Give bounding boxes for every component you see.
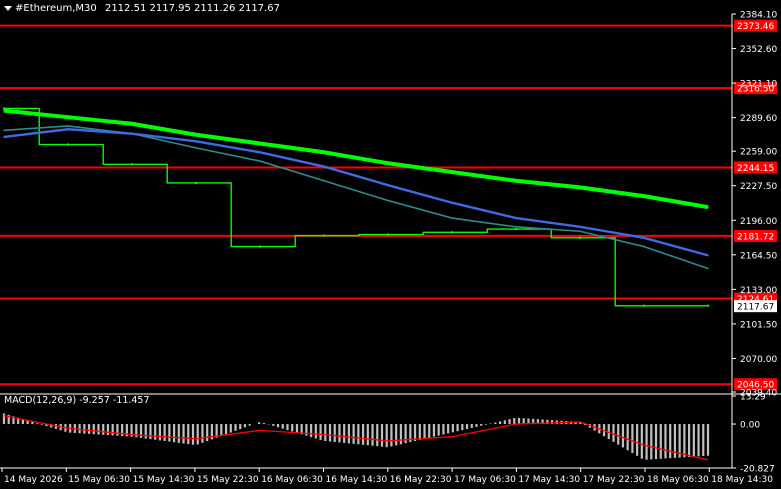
level-label: 2244.15: [737, 164, 774, 174]
time-tick-label: 17 May 14:30: [518, 475, 580, 485]
ma-fast-line-point: [579, 230, 581, 233]
time-tick-label: 16 May 22:30: [390, 475, 452, 485]
price-tick-label: 2259.00: [740, 148, 777, 158]
ma-slow-line-point: [387, 162, 389, 165]
ma-slow-line-point: [707, 206, 709, 208]
price-tick-label: 2070.00: [740, 355, 777, 365]
ma-slow-line-point: [195, 133, 197, 136]
ma-mid-line-point: [579, 226, 581, 228]
price-line-point: [386, 233, 390, 236]
ma-slow-line-point: [131, 122, 133, 125]
time-tick-label: 18 May 06:30: [647, 475, 709, 485]
time-tick-label: 15 May 14:30: [133, 475, 195, 485]
ma-slow-line-point: [3, 109, 5, 112]
ma-mid-line-point: [67, 128, 69, 131]
ma-mid-line-point: [643, 237, 645, 239]
time-tick-label: 17 May 06:30: [454, 475, 516, 485]
price-tick-label: 2101.50: [740, 320, 777, 330]
ma-slow-line-point: [515, 179, 517, 182]
level-label: 2181.72: [737, 232, 774, 242]
time-tick-label: 15 May 06:30: [68, 475, 130, 485]
ma-slow-line-point: [579, 186, 581, 189]
macd-label: MACD(12,26,9): [4, 395, 77, 406]
price-line-point: [578, 236, 582, 240]
price-line-point: [130, 163, 134, 166]
price-chart[interactable]: 2373.462316.502244.152181.722124.612046.…: [0, 0, 781, 489]
price-line-point: [642, 304, 646, 308]
ma-slow-line-point: [643, 195, 645, 197]
ma-mid-line-point: [515, 217, 517, 219]
ma-mid-line-point: [195, 140, 197, 143]
time-tick-label: 15 May 22:30: [197, 475, 259, 485]
ma-fast-line-point: [707, 267, 709, 270]
price-tick-label: 2321.10: [740, 80, 777, 90]
ma-slow-line-point: [451, 171, 453, 173]
price-tick-label: 2039.40: [740, 389, 777, 399]
ma-fast-line-point: [515, 226, 517, 228]
price-line-point: [322, 234, 326, 237]
ma-fast-line-point: [259, 160, 261, 162]
price-tick-label: 2164.50: [740, 251, 777, 261]
ma-slow-line-point: [259, 142, 261, 145]
chart-header: #Ethereum,M30 2112.51 2117.95 2111.26 21…: [4, 3, 280, 14]
time-tick-label: 14 May 2026: [4, 475, 63, 485]
ma-mid-line-point: [387, 184, 389, 186]
time-tick-label: 18 May 14:30: [711, 475, 773, 485]
price-line-point: [706, 304, 710, 308]
level-label: 2373.46: [737, 22, 774, 32]
ma-mid-line-point: [323, 165, 325, 168]
open-value: 2112.51: [104, 3, 147, 14]
time-tick-label: 16 May 14:30: [326, 475, 388, 485]
price-line-point: [66, 143, 70, 146]
ma-mid-line-point: [259, 151, 261, 154]
price-line-point: [450, 231, 454, 234]
symbol-label: #Ethereum,M30: [15, 3, 97, 14]
ma-fast-line-point: [67, 125, 69, 127]
macd-tick-label: -20.827: [740, 465, 775, 475]
ma-slow-line-point: [323, 151, 325, 154]
macd-signal-value: -11.457: [112, 395, 150, 406]
time-tick-label: 17 May 22:30: [583, 475, 645, 485]
macd-main-value: -9.257: [79, 395, 110, 406]
ma-mid-line-point: [707, 254, 709, 257]
ma-fast-line-point: [451, 217, 453, 219]
low-value: 2111.26: [194, 3, 236, 14]
ma-fast-line-point: [643, 245, 645, 248]
price-line-point: [194, 181, 198, 185]
ma-fast-line-point: [3, 129, 5, 132]
price-tick-label: 2196.00: [740, 217, 777, 227]
high-value: 2117.95: [149, 3, 191, 14]
price-tick-label: 2352.60: [740, 45, 777, 55]
price-line-point: [514, 227, 518, 231]
close-value: 2117.67: [238, 3, 280, 14]
price-tick-label: 2289.60: [740, 114, 777, 124]
ma-fast-line-point: [323, 179, 325, 182]
ma-mid-line-point: [451, 201, 453, 204]
dropdown-icon[interactable]: [4, 5, 12, 11]
price-tick-label: 2227.50: [740, 182, 777, 192]
current-price-label: 2117.67: [737, 303, 774, 313]
ma-mid-line-point: [131, 132, 133, 135]
ma-fast-line-point: [195, 147, 197, 149]
ma-fast-line-point: [387, 199, 389, 202]
time-tick-label: 16 May 06:30: [261, 475, 323, 485]
price-tick-label: 2384.10: [740, 11, 777, 21]
macd-header: MACD(12,26,9) -9.257 -11.457: [4, 395, 150, 406]
macd-tick-label: 0.00: [740, 421, 760, 431]
ma-mid-line-point: [3, 136, 5, 138]
price-line-point: [258, 245, 262, 248]
price-tick-label: 2133.00: [740, 286, 777, 296]
ma-slow-line-point: [67, 116, 69, 118]
